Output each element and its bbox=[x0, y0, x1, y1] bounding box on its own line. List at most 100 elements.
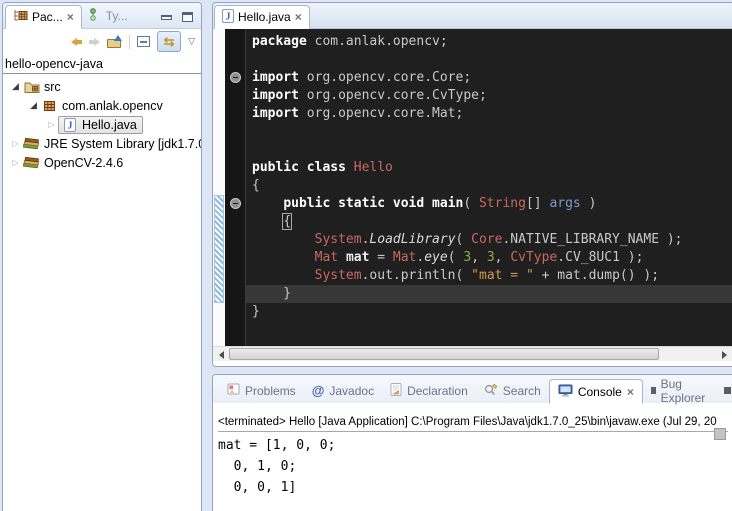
bug-icon bbox=[724, 387, 731, 394]
code-line: System.LoadLibrary( Core.NATIVE_LIBRARY_… bbox=[252, 231, 732, 249]
view-menu-icon[interactable]: ▽ bbox=[188, 36, 195, 47]
code-line: import org.opencv.core.Mat; bbox=[252, 105, 732, 123]
expanded-arrow-icon[interactable]: ◢ bbox=[9, 81, 22, 92]
editor-tabbar: J Hello.java × bbox=[213, 3, 732, 29]
tab-search[interactable]: Search bbox=[476, 378, 549, 403]
code-line: import org.opencv.core.Core; bbox=[252, 69, 732, 87]
search-icon bbox=[484, 383, 498, 399]
scroll-right-icon[interactable] bbox=[716, 347, 732, 362]
tab-label: Ty... bbox=[106, 9, 128, 23]
tab-label: Bug Explorer bbox=[661, 377, 708, 405]
tree-item-label: src bbox=[41, 79, 64, 95]
tab-hello-java[interactable]: J Hello.java × bbox=[214, 5, 310, 29]
package-tree: ◢src◢com.anlak.opencv▷JHello.java▷JRE Sy… bbox=[3, 74, 201, 172]
working-set-label[interactable]: hello-opencv-java bbox=[3, 54, 201, 74]
toolbar-separator bbox=[129, 35, 130, 49]
code-line: package com.anlak.opencv; bbox=[252, 33, 732, 51]
problems-icon bbox=[227, 383, 240, 398]
tab-label: Pac... bbox=[32, 10, 63, 24]
expanded-arrow-icon[interactable]: ◢ bbox=[27, 100, 40, 111]
tree-item-label: OpenCV-2.4.6 bbox=[41, 155, 126, 171]
collapsed-arrow-icon[interactable]: ▷ bbox=[9, 139, 22, 148]
tab-declaration[interactable]: Declaration bbox=[382, 378, 476, 403]
folding-gutter[interactable] bbox=[225, 29, 246, 346]
code-line: } bbox=[246, 285, 732, 303]
editor-area: J Hello.java × package com.anlak.opencv;… bbox=[212, 2, 732, 367]
tab-label: Declaration bbox=[407, 384, 468, 398]
tree-item-opencv-2-4-6[interactable]: ▷ OpenCV-2.4.6 bbox=[3, 153, 201, 172]
bottom-tabbar: Problems @ Javadoc Declaration bbox=[213, 375, 732, 403]
declaration-icon bbox=[390, 383, 402, 399]
collapsed-arrow-icon[interactable]: ▷ bbox=[9, 158, 22, 167]
tab-label: Javadoc bbox=[329, 384, 374, 398]
fold-collapse-icon[interactable] bbox=[230, 198, 241, 209]
editor-horizontal-scrollbar[interactable] bbox=[213, 346, 732, 361]
java-class-icon: J bbox=[60, 118, 79, 132]
javadoc-icon: @ bbox=[312, 383, 325, 398]
tab-label: Search bbox=[503, 384, 541, 398]
console-icon bbox=[558, 384, 573, 400]
library-icon bbox=[22, 137, 41, 150]
src-folder-icon bbox=[22, 80, 41, 93]
back-icon[interactable] bbox=[71, 38, 82, 46]
package-explorer-toolbar: ⇆ ▽ bbox=[3, 29, 201, 54]
close-icon[interactable]: × bbox=[627, 387, 634, 397]
close-icon[interactable]: × bbox=[67, 12, 74, 22]
code-editor[interactable]: package com.anlak.opencv; import org.ope… bbox=[246, 29, 732, 346]
library-icon bbox=[22, 156, 41, 169]
tab-console[interactable]: Console × bbox=[549, 379, 643, 404]
package-explorer-tabbar: Pac... × Ty... bbox=[3, 3, 201, 29]
code-line: System.out.println( "mat = " + mat.dump(… bbox=[252, 267, 732, 285]
collapse-all-icon[interactable] bbox=[137, 36, 150, 47]
console-toolbar-button[interactable] bbox=[714, 428, 726, 440]
tab-label: Console bbox=[578, 385, 622, 399]
tab-javadoc[interactable]: @ Javadoc bbox=[304, 378, 382, 403]
bug-explorer-icon bbox=[651, 387, 656, 394]
scrollbar-thumb[interactable] bbox=[229, 348, 659, 360]
fold-collapse-icon[interactable] bbox=[230, 72, 241, 83]
svg-text:J: J bbox=[226, 11, 231, 22]
package-explorer-view: Pac... × Ty... ⇆ ▽ hello-opencv-java bbox=[2, 2, 202, 511]
svg-text:J: J bbox=[67, 120, 72, 131]
tree-item-jre-system-library-jdk1-7-0[interactable]: ▷ JRE System Library [jdk1.7.0 bbox=[3, 134, 201, 153]
console-view: Problems @ Javadoc Declaration bbox=[212, 374, 732, 511]
tree-item-label: JRE System Library [jdk1.7.0 bbox=[41, 136, 201, 152]
code-line bbox=[252, 123, 732, 141]
package-explorer-icon bbox=[13, 9, 28, 25]
minimize-icon[interactable] bbox=[161, 15, 172, 20]
tree-item-label: com.anlak.opencv bbox=[59, 98, 166, 114]
collapsed-arrow-icon[interactable]: ▷ bbox=[45, 120, 58, 129]
tree-item-label: Hello.java bbox=[79, 117, 140, 133]
package-icon bbox=[40, 100, 59, 112]
tree-item-hello-java[interactable]: ▷ J Hello.java bbox=[3, 115, 201, 134]
console-output[interactable]: mat = [1, 0, 0; 0, 1, 0; 0, 0, 1] bbox=[218, 435, 727, 498]
code-line: Mat mat = Mat.eye( 3, 3, CvType.CV_8UC1 … bbox=[252, 249, 732, 267]
type-hierarchy-icon bbox=[89, 8, 102, 24]
console-content: <terminated> Hello [Java Application] C:… bbox=[213, 416, 732, 511]
forward-icon[interactable] bbox=[89, 38, 100, 46]
method-range-indicator bbox=[214, 195, 224, 303]
link-with-editor-icon[interactable]: ⇆ bbox=[157, 31, 181, 52]
code-line: public static void main( String[] args ) bbox=[252, 195, 732, 213]
tab-problems[interactable]: Problems bbox=[219, 378, 304, 403]
tab-bug[interactable]: Bug bbox=[716, 378, 732, 403]
java-file-icon: J bbox=[222, 9, 234, 26]
tree-item-com-anlak-opencv[interactable]: ◢ com.anlak.opencv bbox=[3, 96, 201, 115]
code-line: public class Hello bbox=[252, 159, 732, 177]
editor-body: package com.anlak.opencv; import org.ope… bbox=[213, 29, 732, 346]
editor-tab-label: Hello.java bbox=[238, 10, 291, 24]
maximize-icon[interactable] bbox=[182, 12, 193, 22]
code-line bbox=[252, 51, 732, 69]
close-icon[interactable]: × bbox=[295, 12, 302, 22]
tree-item-src[interactable]: ◢ src bbox=[3, 77, 201, 96]
tab-type-hierarchy[interactable]: Ty... bbox=[82, 4, 135, 28]
annotation-ruler[interactable] bbox=[213, 29, 225, 346]
go-up-icon[interactable] bbox=[107, 36, 122, 48]
console-status-line: <terminated> Hello [Java Application] C:… bbox=[218, 416, 728, 432]
tab-label: Problems bbox=[245, 384, 296, 398]
code-line: } bbox=[252, 303, 732, 321]
tab-package-explorer[interactable]: Pac... × bbox=[5, 5, 82, 29]
code-line: { bbox=[252, 213, 732, 231]
tab-bug-explorer[interactable]: Bug Explorer bbox=[643, 378, 716, 403]
scroll-left-icon[interactable] bbox=[213, 347, 229, 362]
